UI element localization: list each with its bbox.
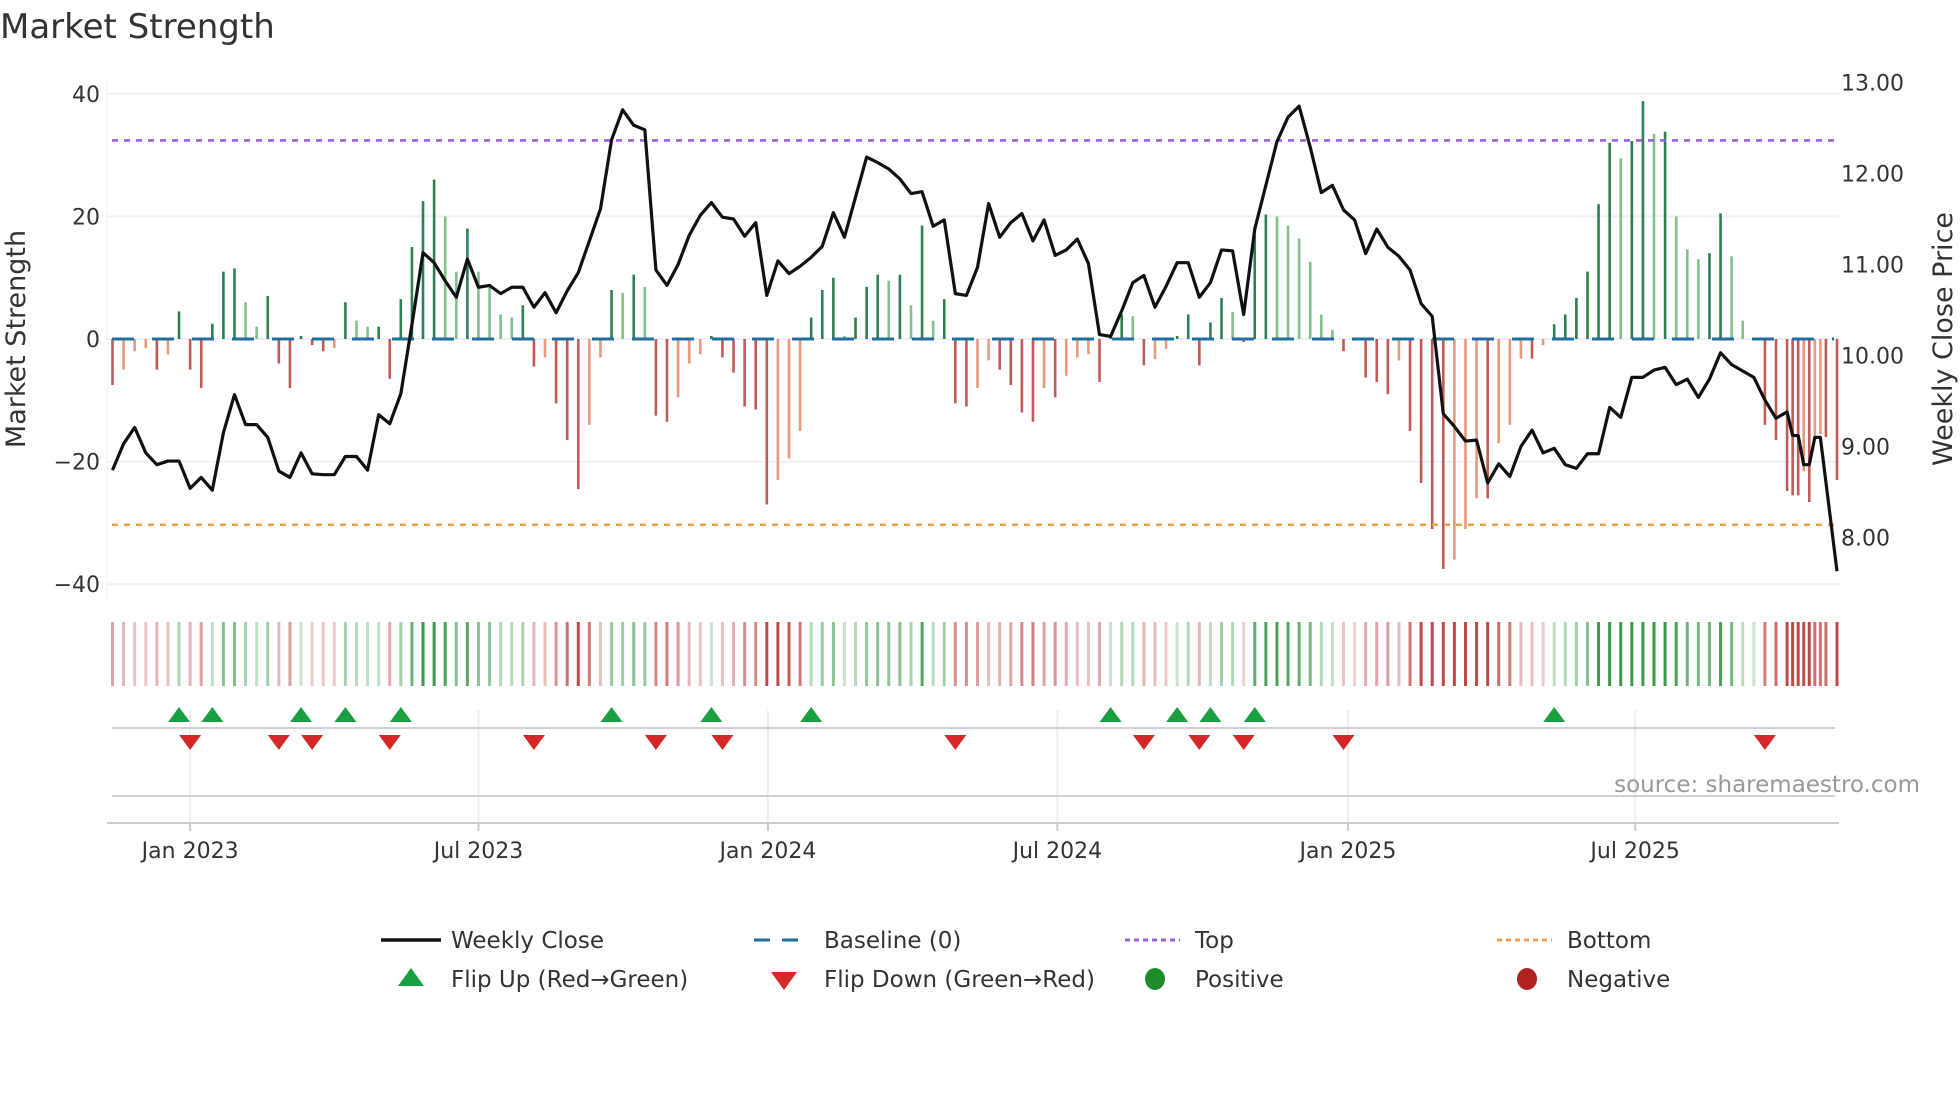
flip-up-marker: [1199, 707, 1222, 722]
legend-item: Bottom: [1497, 928, 1651, 954]
negative-dot-icon: [1517, 968, 1537, 990]
source-label: source: sharemaestro.com: [1614, 772, 1920, 798]
x-tick-label: Jul 2023: [432, 839, 524, 864]
y2-tick-label: 11.00: [1841, 254, 1904, 279]
y-tick-label: 40: [72, 83, 100, 108]
legend-label: Bottom: [1567, 928, 1651, 954]
flip-down-marker: [644, 735, 667, 750]
y-tick-label: 20: [72, 205, 100, 230]
y-axis-title: Market Strength: [1, 230, 32, 448]
x-tick-label: Jul 2024: [1011, 839, 1103, 864]
flip-down-marker: [944, 735, 967, 750]
market-strength-chart: Market Strength 40 20 0 −20 −40 13.00 12.00 11.…: [0, 7, 1959, 993]
flip-up-marker: [1166, 707, 1189, 722]
flip-down-marker: [267, 735, 290, 750]
legend-item: Positive: [1145, 967, 1284, 993]
strength-heat-strip: [111, 622, 1839, 686]
flip-up-marker: [290, 707, 313, 722]
flip-down-marker: [522, 735, 545, 750]
flip-up-marker: [201, 707, 224, 722]
flip-down-marker: [301, 735, 324, 750]
legend-item: Negative: [1517, 967, 1670, 993]
x-tick-label: Jul 2025: [1588, 839, 1680, 864]
legend-label: Flip Down (Green→Red): [824, 967, 1095, 993]
flip-up-marker: [168, 707, 191, 722]
legend-label: Weekly Close: [451, 928, 604, 954]
y2-tick-label: 8.00: [1841, 527, 1890, 552]
flip-up-marker: [1099, 707, 1122, 722]
strength-bars: [111, 101, 1839, 569]
flip-up-marker: [800, 707, 823, 722]
y2-tick-label: 9.00: [1841, 436, 1890, 461]
legend-label: Top: [1194, 928, 1234, 954]
flip-up-marker: [389, 707, 412, 722]
legend-label: Baseline (0): [824, 928, 961, 954]
flip-up-marker: [700, 707, 723, 722]
legend-label: Negative: [1567, 967, 1670, 993]
y-tick-label: −40: [54, 573, 100, 598]
flip-up-icon: [398, 968, 424, 986]
legend-item: Weekly Close: [381, 928, 604, 954]
legend-item: Baseline (0): [754, 928, 961, 954]
flip-down-marker: [1188, 735, 1211, 750]
flip-up-marker: [1543, 707, 1566, 722]
flip-down-icon: [771, 972, 797, 990]
legend-item: Top: [1125, 928, 1234, 954]
flip-up-marker: [334, 707, 357, 722]
flip-down-marker: [1753, 735, 1776, 750]
flip-down-marker: [711, 735, 734, 750]
y2-axis-title: Weekly Close Price: [1928, 212, 1959, 466]
legend-label: Positive: [1195, 967, 1284, 993]
gridlines: [106, 82, 1839, 823]
flip-down-marker: [378, 735, 401, 750]
y2-tick-label: 13.00: [1841, 72, 1904, 97]
flip-down-marker: [1332, 735, 1355, 750]
flip-up-marker: [1243, 707, 1266, 722]
y-tick-label: 0: [86, 328, 100, 353]
y2-tick-label: 10.00: [1841, 345, 1904, 370]
chart-title: Market Strength: [0, 7, 275, 47]
flip-down-marker: [179, 735, 202, 750]
legend-item: Flip Up (Red→Green): [398, 967, 688, 993]
y-tick-label: −20: [54, 451, 100, 476]
flip-down-marker: [1132, 735, 1155, 750]
y2-tick-label: 12.00: [1841, 163, 1904, 188]
axes: 40 20 0 −20 −40 13.00 12.00 11.00 10.00 9.00 8.00 J…: [54, 72, 1904, 865]
x-tick-label: Jan 2025: [1297, 839, 1396, 864]
legend: Weekly Close Baseline (0) Top Bottom Flip Up…: [381, 928, 1670, 993]
positive-dot-icon: [1145, 968, 1165, 990]
flip-up-marker: [600, 707, 623, 722]
x-tick-label: Jan 2023: [140, 839, 239, 864]
legend-label: Flip Up (Red→Green): [451, 967, 688, 993]
legend-item: Flip Down (Green→Red): [771, 967, 1095, 993]
x-tick-label: Jan 2024: [717, 839, 816, 864]
flip-down-marker: [1232, 735, 1255, 750]
